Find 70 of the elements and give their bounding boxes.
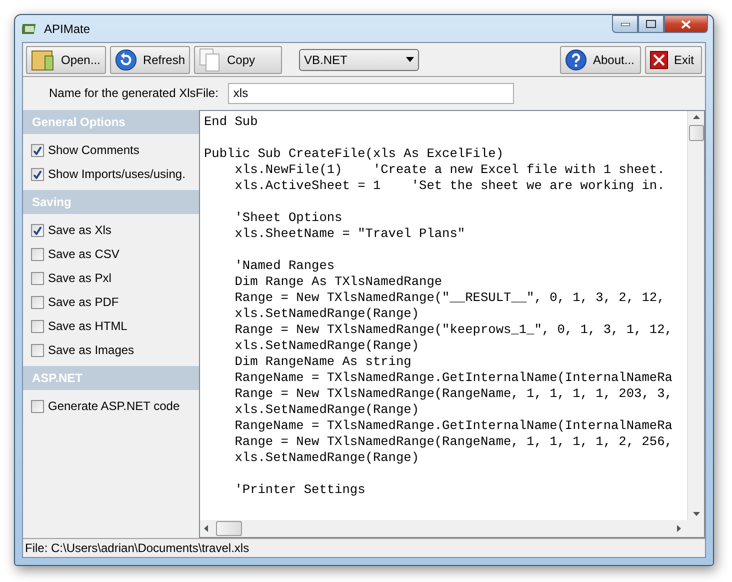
- refresh-button[interactable]: Refresh: [110, 46, 190, 74]
- code-line: xls.SetNamedRange(Range): [234, 402, 420, 418]
- checkbox-label: Save as CSV: [48, 247, 120, 261]
- checkbox-label: Show Imports/uses/using.: [48, 167, 186, 181]
- code-line: Public Sub CreateFile(xls As ExcelFile): [204, 146, 504, 162]
- code-line: RangeName = TXlsNamedRange.GetInternalName(InternalNameRa: [234, 370, 674, 386]
- code-line: Range = New TXlsNamedRange(RangeName, 1, 1, 1, 1, 203, 3,: [234, 386, 674, 402]
- checkbox[interactable]: [31, 400, 44, 412]
- section-header: General Options: [23, 110, 199, 134]
- name-input-field[interactable]: xls: [228, 82, 514, 104]
- copy-icon: [199, 48, 221, 72]
- scroll-right-icon[interactable]: [677, 525, 681, 532]
- checkbox[interactable]: [31, 296, 44, 308]
- code-line: Dim RangeName As string: [234, 354, 412, 370]
- checkbox-label: Save as Pxl: [48, 271, 112, 285]
- scrollbar-thumb[interactable]: [216, 521, 242, 536]
- checkbox-label: Save as PDF: [48, 295, 119, 309]
- window-title: APIMate: [44, 22, 92, 36]
- checkbox[interactable]: [31, 248, 44, 260]
- checkbox-label: Save as Images: [48, 343, 134, 357]
- close-icon: [681, 20, 691, 28]
- open-button[interactable]: Open...: [26, 46, 106, 74]
- code-line: xls.SetNamedRange(Range): [234, 338, 420, 354]
- code-line: Range = New TXlsNamedRange("keeprows_1_", 0, 1, 3, 1, 12,: [234, 322, 674, 338]
- checkbox-label: Show Comments: [48, 143, 140, 157]
- app-icon: [22, 22, 38, 36]
- maximize-icon: [646, 20, 656, 28]
- copy-button[interactable]: Copy: [194, 46, 282, 74]
- minimize-icon: [620, 22, 630, 26]
- checkbox[interactable]: [31, 272, 44, 284]
- checkbox[interactable]: [31, 344, 44, 356]
- checkbox[interactable]: [31, 144, 44, 156]
- checkbox-label: Save as Xls: [48, 223, 112, 237]
- about-button[interactable]: About...: [560, 46, 641, 74]
- minimize-button[interactable]: [612, 15, 638, 33]
- code-line: xls.SetNamedRange(Range): [234, 450, 420, 466]
- code-line: Range = New TXlsNamedRange(RangeName, 1, 1, 1, 1, 2, 256,: [234, 434, 674, 450]
- checkbox[interactable]: [31, 320, 44, 332]
- code-line: RangeName = TXlsNamedRange.GetInternalName(InternalNameRa: [234, 418, 674, 434]
- maximize-button[interactable]: [638, 15, 664, 33]
- checkbox[interactable]: [31, 168, 44, 180]
- checkbox[interactable]: [31, 224, 44, 236]
- folder-icon: [31, 48, 55, 72]
- refresh-icon: [115, 46, 137, 72]
- section-header: ASP.NET: [23, 366, 199, 390]
- close-icon: [650, 50, 668, 68]
- code-line: xls.SetNamedRange(Range): [234, 306, 420, 322]
- close-button[interactable]: [664, 15, 708, 33]
- help-icon: [565, 48, 587, 70]
- code-line: xls.SheetName = "Travel Plans": [234, 226, 466, 242]
- code-line: Range = New TXlsNamedRange("__RESULT__", 0, 1, 3, 2, 12,: [234, 290, 666, 306]
- status-text: File: C:\Users\adrian\Documents\travel.xls: [25, 541, 250, 555]
- field-label: Name for the generated XlsFile:: [49, 86, 218, 100]
- code-line: xls.NewFile(1) 'Create a new Excel file with 1 sheet.: [234, 162, 666, 178]
- code-line: xls.ActiveSheet = 1 'Set the sheet we are working in.: [234, 178, 666, 194]
- language-dropdown[interactable]: VB.NET: [299, 48, 419, 70]
- scroll-down-icon[interactable]: [692, 512, 700, 516]
- section-header: Saving: [23, 190, 199, 214]
- code-line: End Sub: [204, 114, 259, 130]
- scroll-left-icon[interactable]: [204, 525, 208, 532]
- checkbox-label: Generate ASP.NET code: [48, 399, 180, 413]
- code-line: 'Printer Settings: [234, 482, 366, 498]
- code-line: 'Named Ranges: [234, 258, 336, 274]
- code-line: Dim Range As TXlsNamedRange: [234, 274, 444, 290]
- scrollbar-thumb[interactable]: [688, 125, 704, 141]
- code-line: 'Sheet Options: [234, 210, 344, 226]
- caret-icon: [406, 57, 414, 62]
- exit-button[interactable]: Exit: [645, 46, 702, 74]
- checkbox-label: Save as HTML: [48, 319, 128, 333]
- scroll-up-icon[interactable]: [692, 115, 700, 119]
